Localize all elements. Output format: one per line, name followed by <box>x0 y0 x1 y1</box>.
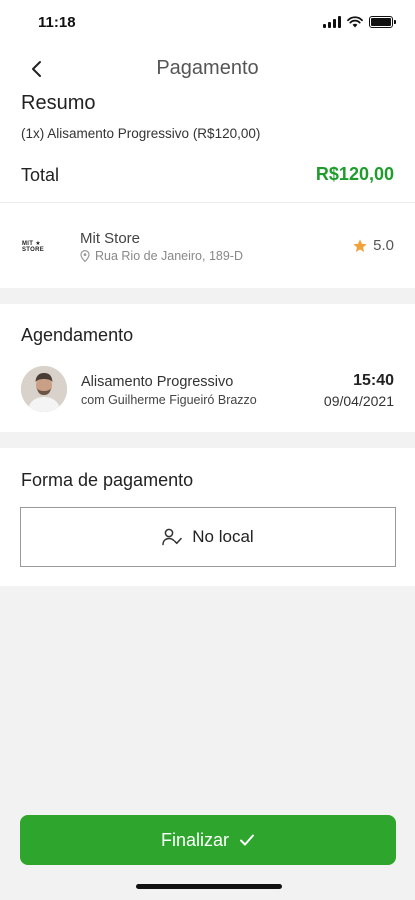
rating-value: 5.0 <box>373 237 394 254</box>
store-card[interactable]: MIT ★ STORE Mit Store Rua Rio de Janeiro… <box>0 202 415 288</box>
wifi-icon <box>347 16 363 28</box>
status-icons <box>323 16 396 28</box>
payment-section: Forma de pagamento No local <box>0 448 415 586</box>
summary-item: (1x) Alisamento Progressivo (R$120,00) <box>21 126 261 141</box>
status-bar: 11:18 <box>0 0 415 44</box>
header: Pagamento <box>0 44 415 92</box>
battery-icon <box>369 16 396 28</box>
store-logo: MIT ★ STORE <box>22 240 45 253</box>
professional-photo <box>21 366 67 412</box>
total-label: Total <box>21 165 60 185</box>
star-icon <box>353 238 367 252</box>
store-address-text: Rua Rio de Janeiro, 189-D <box>95 249 243 263</box>
location-pin-icon <box>80 250 90 262</box>
store-name: Mit Store <box>80 230 141 247</box>
home-indicator <box>136 884 282 889</box>
payment-title: Forma de pagamento <box>21 470 194 490</box>
schedule-title: Agendamento <box>21 325 134 345</box>
finish-button-label: Finalizar <box>160 829 230 850</box>
signal-icon <box>323 16 341 28</box>
check-icon <box>240 834 255 846</box>
user-check-icon <box>162 528 183 546</box>
payment-option-label: No local <box>192 527 254 546</box>
schedule-section: Agendamento Alisamento Progressivo com G… <box>0 304 415 432</box>
service-name: Alisamento Progressivo <box>81 374 234 390</box>
appointment-time: 15:40 <box>353 372 394 389</box>
page-title: Pagamento <box>156 57 259 79</box>
status-time: 11:18 <box>38 13 76 31</box>
total-value: R$120,00 <box>315 164 394 184</box>
finish-button[interactable]: Finalizar <box>20 815 396 865</box>
service-professional: com Guilherme Figueiró Brazzo <box>81 393 257 407</box>
summary-section: Resumo (1x) Alisamento Progressivo (R$12… <box>0 92 415 202</box>
payment-option-no-local[interactable]: No local <box>20 507 396 567</box>
store-rating: 5.0 <box>352 237 394 254</box>
appointment-date: 09/04/2021 <box>323 393 394 409</box>
summary-title: Resumo <box>21 92 96 114</box>
store-address: Rua Rio de Janeiro, 189-D <box>80 249 243 263</box>
avatar <box>21 366 67 412</box>
